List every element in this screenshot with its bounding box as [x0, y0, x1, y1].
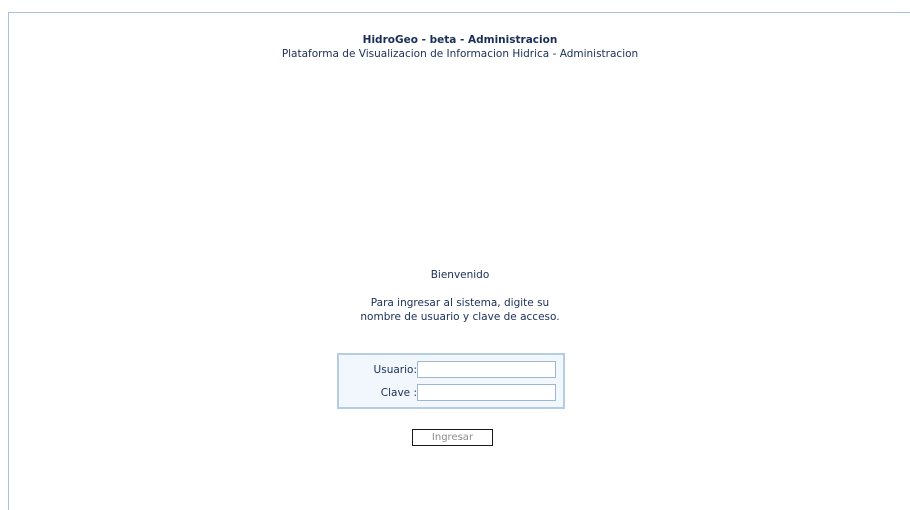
app-title: HidroGeo - beta - Administracion: [362, 34, 558, 46]
login-submit-button[interactable]: Ingresar: [412, 429, 493, 446]
username-label: Usuario:: [373, 364, 417, 376]
app-subtitle: Plataforma de Visualizacion de Informaci…: [281, 48, 639, 60]
login-form: Usuario: Clave :: [337, 353, 565, 409]
welcome-heading: Bienvenido: [430, 269, 490, 281]
password-input[interactable]: [417, 384, 556, 401]
password-row: Clave :: [339, 384, 563, 404]
page-frame: HidroGeo - beta - Administracion Platafo…: [8, 12, 910, 510]
page-header: HidroGeo - beta - Administracion Platafo…: [9, 33, 910, 61]
instructions-line-2: nombre de usuario y clave de acceso.: [360, 311, 560, 323]
password-label: Clave :: [380, 387, 417, 399]
username-input[interactable]: [417, 361, 556, 378]
instructions-line-1: Para ingresar al sistema, digite su: [370, 297, 550, 309]
login-instructions: Para ingresar al sistema, digite su nomb…: [9, 296, 910, 324]
username-row: Usuario:: [339, 361, 563, 381]
